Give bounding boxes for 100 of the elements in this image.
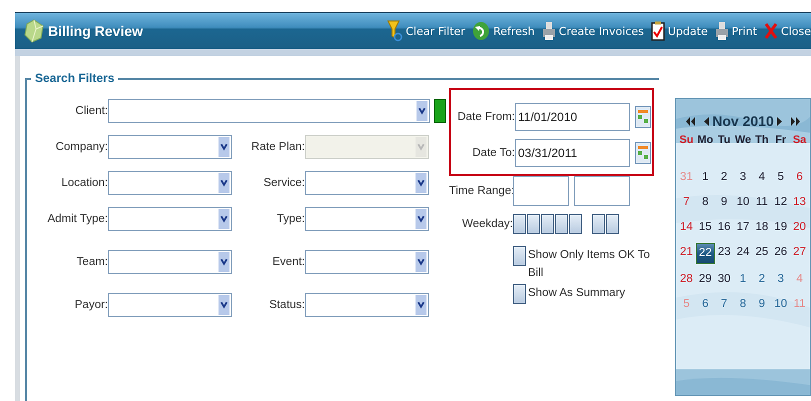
section-title: Search Filters bbox=[31, 71, 118, 85]
checkbox[interactable] bbox=[569, 214, 582, 234]
dropdown[interactable] bbox=[108, 171, 232, 195]
field-label: Location: bbox=[60, 177, 108, 189]
field-label: Team: bbox=[76, 256, 108, 268]
weekday-label: Tu bbox=[716, 134, 732, 146]
date-field[interactable]: 03/31/2011 bbox=[515, 139, 630, 167]
time-field[interactable] bbox=[574, 176, 630, 206]
checkbox[interactable] bbox=[606, 214, 619, 234]
field-label: Date To: bbox=[471, 147, 515, 159]
calendar-day[interactable]: 15 bbox=[696, 218, 714, 237]
calendar-icon[interactable] bbox=[635, 142, 651, 164]
toolbar-button[interactable]: Update bbox=[650, 21, 708, 41]
calendar-day[interactable]: 6 bbox=[791, 168, 808, 187]
weekday-label: We bbox=[734, 134, 752, 146]
clipboard-icon bbox=[650, 21, 665, 41]
date-field[interactable]: 11/01/2010 bbox=[515, 103, 630, 131]
calendar-day[interactable]: 2 bbox=[753, 270, 770, 289]
weekday-label: Fr bbox=[774, 134, 788, 146]
funnel-icon bbox=[386, 20, 403, 42]
field-label: Client: bbox=[74, 105, 108, 117]
client-dropdown[interactable] bbox=[108, 99, 430, 123]
dropdown[interactable] bbox=[305, 207, 429, 231]
right-arrow-icon bbox=[776, 116, 782, 126]
weekday-label: Mo bbox=[696, 134, 714, 146]
gem-icon bbox=[24, 19, 44, 43]
calendar-day[interactable]: 20 bbox=[791, 218, 808, 237]
field-label: Event: bbox=[271, 256, 305, 268]
calendar-day[interactable]: 6 bbox=[696, 295, 714, 314]
field-label: Company: bbox=[54, 141, 108, 153]
field-label: Status: bbox=[268, 299, 305, 311]
checkbox[interactable] bbox=[592, 214, 605, 234]
checkbox[interactable] bbox=[555, 214, 568, 234]
calendar-day[interactable]: 9 bbox=[716, 193, 733, 212]
dropdown[interactable] bbox=[305, 250, 429, 274]
toolbar-button[interactable]: Create Invoices bbox=[542, 21, 644, 41]
calendar-day[interactable]: 3 bbox=[734, 168, 752, 187]
calendar-day[interactable]: 17 bbox=[734, 218, 752, 237]
calendar-day[interactable]: 18 bbox=[753, 218, 770, 237]
calendar-day[interactable]: 11 bbox=[753, 193, 770, 212]
calendar-day[interactable]: 10 bbox=[772, 295, 790, 314]
checkbox[interactable] bbox=[541, 214, 554, 234]
weekday-label: Su bbox=[678, 134, 694, 146]
field-label: Rate Plan: bbox=[250, 141, 305, 153]
calendar-day[interactable]: 19 bbox=[772, 218, 790, 237]
time-field[interactable] bbox=[513, 176, 569, 206]
calendar-icon[interactable] bbox=[635, 106, 651, 128]
calendar-day[interactable]: 26 bbox=[772, 243, 790, 264]
refresh-icon bbox=[472, 21, 490, 41]
calendar-day[interactable]: 21 bbox=[678, 243, 695, 264]
toolbar-button[interactable]: Clear Filter bbox=[386, 20, 466, 42]
calendar-day[interactable]: 10 bbox=[734, 193, 752, 212]
next-month-button[interactable] bbox=[776, 116, 782, 126]
checkbox[interactable] bbox=[513, 214, 526, 234]
field-label: Payor: bbox=[74, 299, 108, 311]
calendar-day[interactable]: 14 bbox=[678, 218, 695, 237]
calendar-day[interactable]: 16 bbox=[716, 218, 733, 237]
window-title: Billing Review bbox=[48, 23, 143, 39]
calendar-day[interactable]: 8 bbox=[734, 295, 752, 314]
weekday-label: Th bbox=[754, 134, 770, 146]
calendar-day[interactable]: 1 bbox=[734, 270, 752, 289]
calendar-day[interactable]: 2 bbox=[716, 168, 733, 187]
calendar-day[interactable]: 25 bbox=[753, 243, 770, 264]
calendar-day[interactable]: 4 bbox=[753, 168, 770, 187]
checkbox[interactable] bbox=[513, 246, 526, 266]
calendar-day[interactable]: 7 bbox=[716, 295, 733, 314]
calendar-day[interactable]: 13 bbox=[791, 193, 808, 212]
calendar-day[interactable]: 1 bbox=[696, 168, 714, 187]
previous-month-button[interactable] bbox=[704, 116, 710, 126]
status-indicator bbox=[434, 99, 446, 123]
calendar-day[interactable]: 30 bbox=[716, 270, 733, 289]
calendar-day[interactable]: 27 bbox=[791, 243, 808, 264]
calendar-day[interactable]: 9 bbox=[753, 295, 770, 314]
left-arrow-icon bbox=[704, 116, 710, 126]
toolbar-button[interactable]: Close bbox=[764, 22, 811, 40]
toolbar-button[interactable]: Refresh bbox=[472, 21, 535, 41]
calendar-day[interactable]: 28 bbox=[678, 270, 695, 289]
calendar-day[interactable]: 12 bbox=[772, 193, 790, 212]
dropdown[interactable] bbox=[108, 135, 232, 159]
dropdown[interactable] bbox=[108, 250, 232, 274]
calendar-day[interactable]: 3 bbox=[772, 270, 790, 289]
checkbox[interactable] bbox=[513, 284, 526, 304]
toolbar-button[interactable]: Print bbox=[714, 21, 758, 41]
calendar-day[interactable]: 5 bbox=[772, 168, 790, 187]
checkbox-label: Show As Summary bbox=[528, 286, 626, 301]
calendar-day[interactable]: 8 bbox=[696, 193, 714, 212]
dropdown[interactable] bbox=[108, 293, 232, 317]
dropdown[interactable] bbox=[305, 171, 429, 195]
checkbox[interactable] bbox=[527, 214, 540, 234]
dropdown[interactable] bbox=[305, 293, 429, 317]
calendar-day[interactable]: 7 bbox=[678, 193, 695, 212]
dropdown[interactable] bbox=[108, 207, 232, 231]
calendar-day[interactable]: 22 bbox=[696, 243, 715, 264]
calendar-day[interactable]: 29 bbox=[696, 270, 714, 289]
month-title: Nov 2010 bbox=[712, 113, 774, 129]
close-icon bbox=[764, 22, 778, 40]
printer-icon bbox=[714, 21, 729, 41]
field-label: Admit Type: bbox=[46, 213, 108, 225]
calendar-day[interactable]: 23 bbox=[716, 243, 733, 264]
calendar-day[interactable]: 24 bbox=[734, 243, 752, 264]
